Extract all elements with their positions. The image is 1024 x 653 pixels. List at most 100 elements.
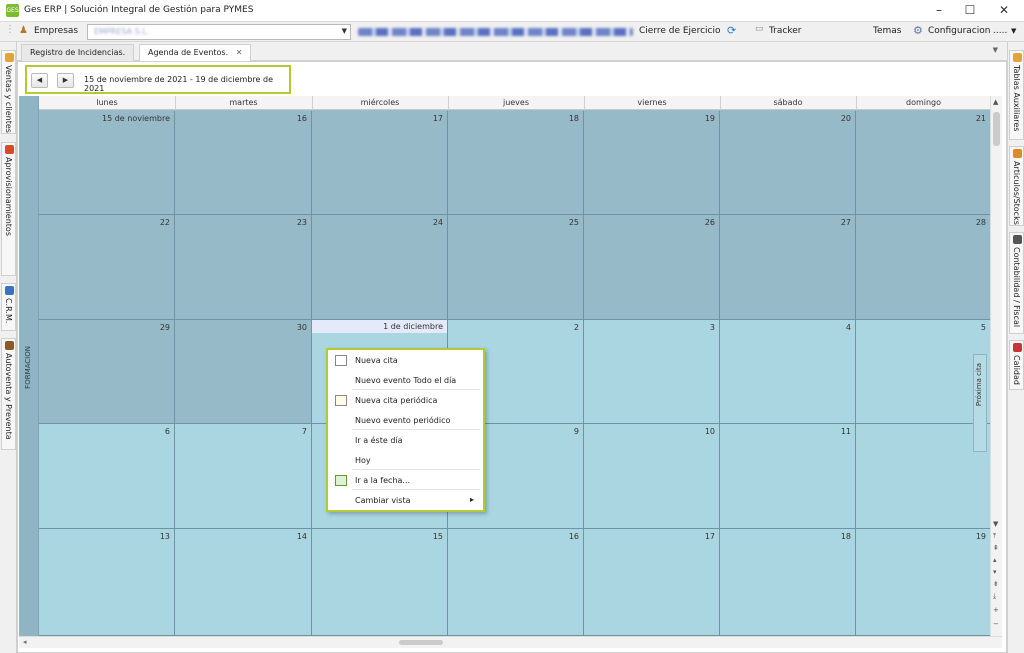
calendar-day-cell[interactable]: 25: [448, 215, 584, 320]
horizontal-scroll-thumb[interactable]: [399, 640, 443, 645]
calendar-day-cell[interactable]: 29: [39, 320, 175, 424]
calendar-day-cell[interactable]: 18: [448, 111, 584, 215]
tracker-button[interactable]: Tracker: [769, 26, 801, 36]
calendar-day-cell[interactable]: 14: [175, 529, 312, 636]
toolbar-overflow[interactable]: .....: [993, 26, 1007, 36]
calendar-day-cell[interactable]: 5: [856, 320, 991, 424]
calendar-day-cell[interactable]: 15 de noviembre: [39, 111, 175, 215]
menu-item-cambiar-vista[interactable]: Cambiar vista ▸: [330, 492, 481, 510]
sidebar-item-label: Contabilidad / Fiscal: [1012, 247, 1021, 328]
day-header-0: lunes: [96, 98, 118, 107]
cierre-ejercicio-button[interactable]: Cierre de Ejercicio: [639, 26, 721, 36]
sidebar-item-articulos[interactable]: Articulos/Stocks: [1009, 146, 1024, 226]
menu-item-nueva-cita-peri-dica[interactable]: Nueva cita periódica: [330, 392, 481, 410]
articulos-icon: [1013, 149, 1022, 158]
calendar-day-cell[interactable]: 20: [720, 111, 856, 215]
close-icon[interactable]: ✕: [236, 48, 243, 57]
aprovisionamientos-icon: [5, 145, 14, 154]
tab-registro-incidencias[interactable]: Registro de Incidencias.: [21, 44, 135, 61]
menu-item-nueva-cita[interactable]: Nueva cita: [330, 352, 481, 370]
sidebar-item-label: Tablas Auxiliares: [1012, 65, 1021, 132]
zoom-in-icon[interactable]: +: [993, 606, 999, 614]
scroll-prev-icon[interactable]: ▴: [993, 556, 997, 564]
sidebar-item-calidad[interactable]: Calidad: [1009, 340, 1024, 390]
calendar-day-cell[interactable]: 24: [312, 215, 448, 320]
context-menu: Nueva cita Nuevo evento Todo el día Nueva …: [326, 348, 485, 512]
calendar-day-cell[interactable]: 17: [312, 111, 448, 215]
empresas-select[interactable]: EMPRESA S.L. ▼: [87, 24, 351, 40]
scroll-prev-page-icon[interactable]: ⇞: [993, 544, 999, 552]
calendar-day-cell[interactable]: 26: [584, 215, 720, 320]
calendar-day-cell[interactable]: 21: [856, 111, 991, 215]
sidebar-item-tablas-auxiliares[interactable]: Tablas Auxiliares: [1009, 50, 1024, 140]
tabs-dropdown-icon[interactable]: ▼: [993, 46, 998, 54]
sidebar-item-aprovisionamientos[interactable]: Aprovisionamientos: [1, 142, 16, 276]
day-number: 15: [432, 532, 443, 541]
ventas-icon: [5, 53, 14, 62]
close-button[interactable]: ✕: [987, 0, 1021, 22]
menu-item-nuevo-evento-todo-el-d-a[interactable]: Nuevo evento Todo el día: [330, 372, 481, 390]
previous-button[interactable]: ◀: [31, 73, 48, 88]
scroll-first-icon[interactable]: ⤒: [993, 532, 996, 541]
calendar-day-cell[interactable]: 13: [39, 529, 175, 636]
scroll-down-icon[interactable]: ▼: [993, 520, 998, 528]
calendar-day-cell[interactable]: 19: [584, 111, 720, 215]
calendar-day-cell[interactable]: 10: [584, 424, 720, 529]
next-button[interactable]: ▶: [57, 73, 74, 88]
sidebar-item-ventas[interactable]: Ventas y clientes: [1, 50, 16, 134]
calendar-day-cell[interactable]: 6: [39, 424, 175, 529]
scroll-next-icon[interactable]: ▾: [993, 568, 997, 576]
crm-icon: [5, 286, 14, 295]
temas-button[interactable]: Temas: [873, 26, 901, 36]
day-number: 16: [296, 114, 307, 123]
day-number: 1 de diciembre: [312, 320, 447, 333]
overflow-chevron-icon[interactable]: ▼: [1011, 27, 1016, 35]
minimize-button[interactable]: –: [922, 0, 956, 22]
scroll-up-icon[interactable]: ▲: [993, 98, 998, 106]
calendar-day-cell[interactable]: 17: [584, 529, 720, 636]
calendar-day-cell[interactable]: 23: [175, 215, 312, 320]
day-number: 27: [840, 218, 851, 227]
maximize-button[interactable]: ☐: [953, 0, 987, 22]
calendar-day-cell[interactable]: 4: [720, 320, 856, 424]
vertical-scroll-thumb[interactable]: [993, 112, 1000, 146]
sidebar-item-crm[interactable]: C.R.M.: [1, 283, 16, 331]
sidebar-item-autoventa[interactable]: Autoventa y Preventa: [1, 338, 16, 450]
menu-item-ir-a-ste-d-a[interactable]: Ir a éste día: [330, 432, 481, 450]
calendar-day-cell[interactable]: 27: [720, 215, 856, 320]
day-header-3: jueves: [502, 98, 530, 107]
left-sidebar: Ventas y clientes Aprovisionamientos C.R…: [0, 42, 17, 653]
calendar-day-cell[interactable]: 11: [720, 424, 856, 529]
zoom-out-icon[interactable]: −: [993, 620, 999, 628]
calendar-day-cell[interactable]: 22: [39, 215, 175, 320]
calendar-day-cell[interactable]: 12: [856, 424, 991, 529]
menu-item-nuevo-evento-peri-dico[interactable]: Nuevo evento periódico: [330, 412, 481, 430]
calendar-day-cell[interactable]: 19: [856, 529, 991, 636]
empresas-label[interactable]: Empresas: [34, 26, 78, 36]
vertical-scrollbar[interactable]: ▲ ▼ ⤒ ⇞ ▴ ▾ ⇟ ⤓ + −: [990, 96, 1002, 636]
day-number: 9: [573, 427, 579, 436]
calendar-day-cell[interactable]: 18: [720, 529, 856, 636]
tab-agenda-eventos[interactable]: Agenda de Eventos. ✕: [139, 44, 252, 62]
sidebar-item-contabilidad[interactable]: Contabilidad / Fiscal: [1009, 232, 1024, 334]
calendar-day-cell[interactable]: 30: [175, 320, 312, 424]
calendar-day-cell[interactable]: 16: [175, 111, 312, 215]
scroll-next-page-icon[interactable]: ⇟: [993, 580, 999, 588]
sidebar-item-label: Autoventa y Preventa: [4, 353, 13, 440]
proxima-cita-button[interactable]: Próxima cita: [973, 354, 987, 452]
calendar-day-cell[interactable]: 7: [175, 424, 312, 529]
scroll-left-icon[interactable]: ◂: [23, 638, 27, 646]
calendar-day-cell[interactable]: 28: [856, 215, 991, 320]
menu-item-hoy[interactable]: Hoy: [330, 452, 481, 470]
scroll-last-icon[interactable]: ⤓: [993, 592, 996, 601]
configuracion-button[interactable]: Configuracion: [928, 26, 990, 36]
refresh-icon[interactable]: ⟳: [727, 24, 736, 37]
day-number: 28: [975, 218, 986, 227]
day-header-2: miércoles: [360, 98, 400, 107]
calendar-day-cell[interactable]: 3: [584, 320, 720, 424]
calendar-day-cell[interactable]: 15: [312, 529, 448, 636]
calendar-day-cell[interactable]: 16: [448, 529, 584, 636]
horizontal-scrollbar[interactable]: ◂: [19, 636, 1002, 648]
day-number: 11: [840, 427, 851, 436]
menu-item-ir-a-la-fecha-[interactable]: Ir a la fecha...: [330, 472, 481, 490]
